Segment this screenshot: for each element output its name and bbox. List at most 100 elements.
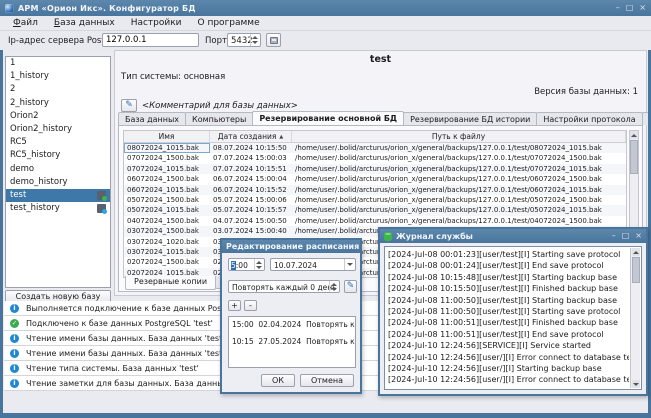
table-row[interactable]: 08072024_1015.bak 08.07.2024 10:15:50 /h… <box>124 143 626 153</box>
close-button[interactable]: × <box>639 3 646 13</box>
maximize-button[interactable]: □ <box>622 231 630 241</box>
log-line: [2024-Jul-08 11:00:50][user/test][I] Sta… <box>388 295 629 306</box>
log-line: [2024-Jul-08 00:01:24][user/test][I] End… <box>388 260 629 271</box>
log-window-titlebar[interactable]: Журнал службы – □ × <box>380 229 646 243</box>
remove-schedule-button[interactable]: - <box>244 300 257 311</box>
log-line: [2024-Jul-08 10:15:48][user/test][I] Sta… <box>388 272 629 283</box>
log-line: [2024-Jul-08 11:00:51][user/test][I] End… <box>388 329 629 340</box>
connection-bar: Ip-адрес сервера PostgreSQL Порт 5432 <box>0 31 651 50</box>
service-log-window: Журнал службы – □ × [2024-Jul-08 00:01:2… <box>378 227 648 396</box>
status-icon: ✓ <box>10 319 19 328</box>
database-list[interactable]: 1 1_history 2 2_history Orion2 Orion2_hi… <box>5 56 111 288</box>
menu-item[interactable]: Файл <box>6 17 45 29</box>
window-title: АРМ «Орион Икс». Конфигуратор БД <box>18 4 616 13</box>
chevron-down-icon[interactable] <box>344 259 355 270</box>
log-scrollbar[interactable] <box>630 248 640 388</box>
menu-item[interactable]: Настройки <box>124 17 189 29</box>
log-line: [2024-Jul-10 12:24:56][user/][I] Error c… <box>388 352 629 363</box>
spinner-arrows-icon[interactable] <box>254 259 263 270</box>
ip-input[interactable] <box>102 33 199 47</box>
ok-button[interactable]: ОК <box>261 374 295 387</box>
database-list-item[interactable]: RC5 <box>6 136 110 149</box>
database-list-item[interactable]: test_history <box>6 202 110 215</box>
table-row[interactable]: 05072024_1500.bak 05.07.2024 15:00:06 /h… <box>124 195 626 205</box>
menu-item[interactable]: База данных <box>47 17 122 29</box>
log-line: [2024-Jul-08 00:01:23][user/test][I] Sta… <box>388 249 629 260</box>
log-text-area[interactable]: [2024-Jul-08 00:01:23][user/test][I] Sta… <box>384 246 642 390</box>
tab[interactable]: Резервирование основной БД <box>252 111 404 125</box>
minimize-button[interactable]: – <box>612 231 616 241</box>
app-icon <box>5 4 14 13</box>
connect-button[interactable] <box>266 33 281 47</box>
subtab[interactable]: Резервные копии <box>125 276 216 290</box>
comment-placeholder: <Комментарий для базы данных> <box>142 101 298 111</box>
database-list-item[interactable]: 1 <box>6 57 110 70</box>
database-list-item[interactable]: 1_history <box>6 70 110 83</box>
database-title: test <box>115 54 646 65</box>
database-list-item[interactable]: 2_history <box>6 97 110 110</box>
database-list-item[interactable]: demo <box>6 163 110 176</box>
app-window: АРМ «Орион Икс». Конфигуратор БД – □ × Ф… <box>0 0 651 418</box>
spinner-arrows-icon[interactable] <box>250 34 259 46</box>
database-list-item[interactable]: Orion2 <box>6 110 110 123</box>
table-row[interactable]: 04072024_1500.bak 04.07.2024 15:00:50 /h… <box>124 216 626 226</box>
log-line: [2024-Jul-08 10:15:50][user/test][I] Fin… <box>388 283 629 294</box>
column-header-date[interactable]: Дата создания▲ <box>210 131 292 142</box>
repeat-spinner[interactable]: Повторять каждый 0 день <box>228 280 340 293</box>
table-row[interactable]: 06072024_1500.bak 06.07.2024 15:00:04 /h… <box>124 174 626 184</box>
database-green-icon <box>384 232 392 241</box>
cancel-button[interactable]: Отмена <box>300 374 354 387</box>
date-combobox[interactable]: 10.07.2024 <box>270 258 356 271</box>
status-icon: i <box>10 379 19 388</box>
column-header-path[interactable]: Путь к файлу <box>292 131 626 142</box>
log-line: [2024-Jul-08 11:00:50][user/test][I] Sta… <box>388 306 629 317</box>
tab[interactable]: Резервирование БД истории <box>403 112 537 125</box>
log-lines: [2024-Jul-08 00:01:23][user/test][I] Sta… <box>388 249 629 388</box>
schedule-entry[interactable]: 15:00 02.04.2024 Повторять каждый день <box>232 320 355 329</box>
minimize-button[interactable]: – <box>616 3 620 13</box>
menubar: ФайлБаза данныхНастройкиО программе <box>0 16 651 31</box>
menu-item[interactable]: О программе <box>191 17 267 29</box>
log-line: [2024-Jul-08 11:00:51][user/test][I] Fin… <box>388 317 629 328</box>
table-row[interactable]: 05072024_1015.bak 05.07.2024 10:15:57 /h… <box>124 205 626 215</box>
window-border-left <box>0 50 3 418</box>
spinner-arrows-icon[interactable] <box>329 281 338 292</box>
log-line: [2024-Jul-10 12:24:56][user/][I] Startin… <box>388 363 629 374</box>
connect-icon <box>270 37 278 44</box>
database-list-item[interactable]: Orion2_history <box>6 123 110 136</box>
database-list-item[interactable]: 2 <box>6 83 110 96</box>
scroll-up-icon[interactable] <box>632 248 640 256</box>
table-row[interactable]: 07072024_1015.bak 07.07.2024 10:15:51 /h… <box>124 164 626 174</box>
table-header: Имя Дата создания▲ Путь к файлу <box>124 131 626 143</box>
scroll-down-icon[interactable] <box>632 380 640 388</box>
tab[interactable]: База данных <box>118 112 186 125</box>
window-border-bottom <box>0 413 651 418</box>
database-list-item[interactable]: test <box>6 189 110 202</box>
schedule-entry[interactable]: 10:15 27.05.2024 Повторять каждый день <box>232 337 355 346</box>
database-icon <box>97 204 106 213</box>
add-schedule-button[interactable]: + <box>228 300 241 311</box>
port-spinner[interactable]: 5432 <box>227 33 261 47</box>
tab[interactable]: Настройки протокола <box>536 112 642 125</box>
schedule-list[interactable]: 15:00 02.04.2024 Повторять каждый день 10… <box>228 316 356 368</box>
port-label: Порт <box>205 36 227 46</box>
titlebar[interactable]: АРМ «Орион Икс». Конфигуратор БД – □ × <box>0 0 651 16</box>
edit-repeat-button[interactable]: ✎ <box>344 280 357 293</box>
time-spinner[interactable]: 5:00 <box>228 258 265 271</box>
status-icon: i <box>10 349 19 358</box>
scrollbar-thumb[interactable] <box>630 140 638 174</box>
maximize-button[interactable]: □ <box>626 3 634 13</box>
sort-ascending-icon: ▲ <box>279 134 283 140</box>
schedule-edit-dialog: Редактирование расписания 5:00 10.07.202… <box>220 238 362 394</box>
tab[interactable]: Компьютеры <box>185 112 253 125</box>
status-icon: i <box>10 364 19 373</box>
database-list-item[interactable]: RC5_history <box>6 149 110 162</box>
column-header-name[interactable]: Имя <box>124 131 210 142</box>
database-list-item[interactable]: demo_history <box>6 176 110 189</box>
dialog-titlebar[interactable]: Редактирование расписания <box>222 240 360 253</box>
scroll-up-icon[interactable] <box>630 131 638 139</box>
close-button[interactable]: × <box>635 231 642 241</box>
scrollbar-thumb[interactable] <box>632 257 640 283</box>
table-row[interactable]: 06072024_1015.bak 06.07.2024 10:15:52 /h… <box>124 185 626 195</box>
table-row[interactable]: 07072024_1500.bak 07.07.2024 15:00:03 /h… <box>124 153 626 163</box>
